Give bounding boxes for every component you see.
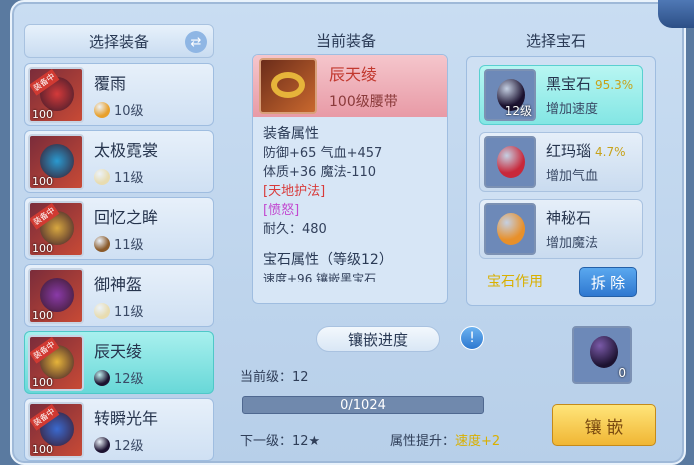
attr-line: 防御+65 气血+457	[263, 146, 383, 161]
attr-increase-value: 速度+2	[455, 434, 501, 449]
attr-increase-label: 属性提升：	[390, 434, 456, 449]
gem-stone	[497, 146, 525, 178]
special-effect: [愤怒]	[263, 203, 300, 218]
gem-level: 10级	[114, 104, 144, 119]
equipment-art	[40, 277, 74, 312]
attr-increase: 属性提升：速度+2	[390, 430, 500, 449]
gem-option[interactable]: 红玛瑙 4.7% 增加气血	[479, 132, 643, 192]
gem-level: 11级	[114, 305, 144, 320]
gem-name: 红玛瑙	[546, 142, 592, 160]
equipment-item-level: 100	[32, 174, 53, 188]
current-equipment-header: 辰天绫 100级腰带	[253, 55, 447, 117]
gem-level-icon	[94, 235, 110, 252]
current-equipment-name: 辰天绫	[329, 65, 378, 84]
equipment-list-title: 选择装备	[88, 32, 149, 51]
gem-stone	[497, 213, 525, 245]
equipment-item-level: 100	[32, 375, 53, 389]
special-skill: [天地护法]	[263, 184, 326, 199]
durability: 耐久：480	[263, 222, 327, 237]
gem-icon	[484, 136, 536, 188]
gem-icon: 12级	[484, 69, 536, 121]
equipment-item-level: 100	[32, 308, 53, 322]
equipment-icon: 装备中 100	[28, 66, 84, 123]
black-gem-icon	[590, 336, 618, 368]
equipment-icon: 装备中 100	[28, 334, 84, 391]
equipment-item[interactable]: 装备中 100 转瞬光年 12级	[24, 398, 214, 461]
gem-level-icon	[94, 369, 110, 386]
gem-name: 黑宝石	[546, 75, 592, 93]
current-equipment-type: 100级腰带	[329, 94, 398, 110]
inlay-progress-label: 镶嵌进度	[316, 326, 440, 352]
gem-description: 增加气血	[546, 169, 599, 184]
swap-icon[interactable]: ⇄	[185, 31, 207, 53]
gem-icon	[484, 203, 536, 255]
equipment-name: 御神盔	[94, 275, 143, 294]
equipment-art	[40, 143, 74, 178]
info-icon[interactable]: !	[460, 326, 484, 350]
gem-percent: 4.7%	[595, 145, 626, 159]
gem-slot-count: 0	[618, 366, 626, 380]
gem-level: 11级	[114, 171, 144, 186]
progress-text: 0/1024	[340, 398, 386, 413]
gem-level: 11级	[114, 238, 144, 253]
attr-line: 体质+36 魔法-110	[263, 165, 377, 180]
gem-level-icon	[94, 436, 110, 453]
select-gem-title: 选择宝石	[526, 32, 587, 50]
equipment-item-level: 100	[32, 442, 53, 456]
equipment-item[interactable]: 100 太极霓裳 11级	[24, 130, 214, 193]
current-equipment-panel: 辰天绫 100级腰带 装备属性 防御+65 气血+457 体质+36 魔法-11…	[252, 54, 448, 304]
gem-level: 12级	[114, 439, 144, 454]
inlay-button[interactable]: 镶 嵌	[552, 404, 656, 446]
gem-percent: 95.3%	[595, 78, 634, 92]
equipment-name: 覆雨	[94, 74, 127, 93]
gem-name: 神秘石	[546, 209, 592, 227]
equipment-item-level: 100	[32, 107, 53, 121]
equipment-item-level: 100	[32, 241, 53, 255]
gem-option[interactable]: 神秘石 增加魔法	[479, 199, 643, 259]
close-button[interactable]	[658, 0, 694, 28]
gem-level-icon	[94, 168, 110, 185]
equipment-item[interactable]: 装备中 100 覆雨 10级	[24, 63, 214, 126]
gem-option[interactable]: 12级 黑宝石 95.3% 增加速度	[479, 65, 643, 125]
remove-button[interactable]: 拆 除	[579, 267, 637, 297]
gem-select-panel: 12级 黑宝石 95.3% 增加速度红玛瑙 4.7% 增加气血神秘石增加魔法 宝石作用 拆…	[466, 56, 656, 306]
gem-level-icon	[94, 101, 110, 118]
belt-icon	[259, 58, 317, 114]
gem-level: 12级	[114, 372, 144, 387]
gem-level-icon	[94, 302, 110, 319]
equipment-item[interactable]: 装备中 100 回忆之眸 11级	[24, 197, 214, 260]
equipment-attributes: 装备属性 防御+65 气血+457 体质+36 魔法-110 [天地护法] [愤…	[253, 117, 447, 290]
gem-slot[interactable]: 0	[572, 326, 632, 384]
equipment-icon: 装备中 100	[28, 200, 84, 257]
equipment-icon: 100	[28, 133, 84, 190]
gem-attr: 速度+96 镶嵌黑宝石	[263, 272, 377, 282]
equipment-name: 回忆之眸	[94, 208, 159, 227]
equipment-list-header: 选择装备 ⇄	[24, 24, 214, 58]
current-level: 当前级：12	[240, 370, 309, 385]
gem-description: 增加速度	[546, 102, 599, 117]
gem-effect-button[interactable]: 宝石作用	[487, 271, 543, 291]
attr-title: 装备属性	[263, 126, 319, 142]
gem-description: 增加魔法	[546, 236, 599, 251]
equipment-item[interactable]: 100 御神盔 11级	[24, 264, 214, 327]
gem-attr-title: 宝石属性（等级12）	[263, 252, 393, 268]
inlay-progress-bar: 0/1024	[242, 396, 484, 414]
equipment-icon: 100	[28, 267, 84, 324]
equipment-name: 转瞬光年	[94, 409, 159, 428]
gem-level: 12级	[504, 104, 532, 118]
equipment-icon: 装备中 100	[28, 401, 84, 458]
current-equipment-title: 当前装备	[316, 32, 377, 50]
equipment-item[interactable]: 装备中 100 辰天绫 12级	[24, 331, 214, 394]
next-level: 下一级：12★	[240, 434, 321, 449]
equipment-name: 太极霓裳	[94, 141, 159, 160]
equipment-name: 辰天绫	[94, 342, 143, 361]
